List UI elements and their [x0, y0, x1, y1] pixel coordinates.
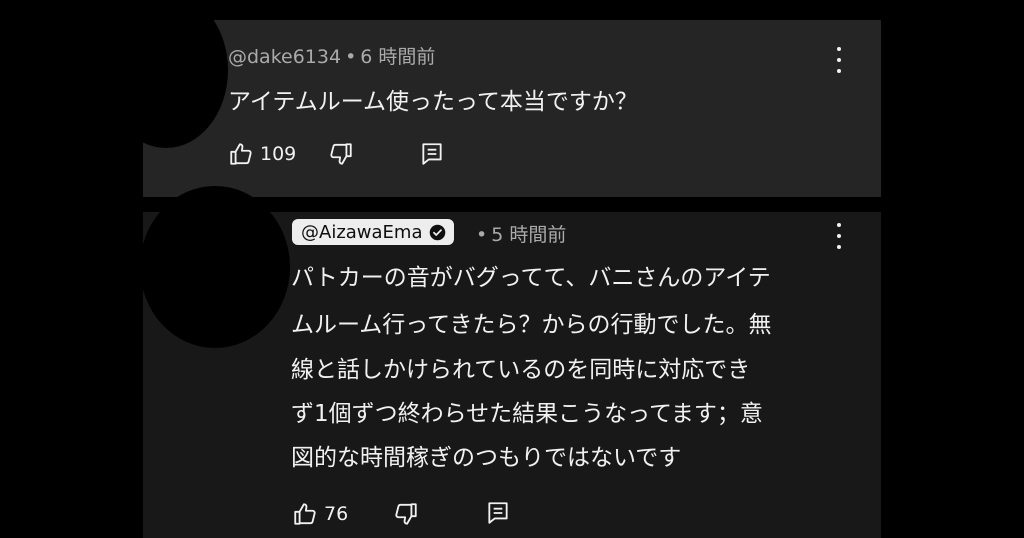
comment-meta: @dake6134 • 6 時間前: [228, 42, 435, 69]
reply-meta: • 5 時間前: [476, 220, 566, 247]
avatar[interactable]: [140, 186, 290, 348]
reply-text-line: 図的な時間稼ぎのつもりではないです: [291, 445, 682, 471]
reply-text-line: ず1個ずつ終わらせた結果こうなってます；意: [291, 401, 763, 427]
reply-text-line: ムルーム行ってきたら？からの行動でした。無: [291, 312, 772, 338]
dislike-button[interactable]: [393, 501, 419, 527]
verified-check-icon: [430, 224, 446, 240]
meta-separator: •: [476, 224, 488, 246]
comment-icon: [422, 143, 442, 165]
like-button[interactable]: 76: [292, 501, 348, 527]
reply-author: @AizawaEma: [301, 221, 423, 243]
comment-time[interactable]: 6 時間前: [360, 46, 435, 68]
comment-text: アイテムルーム使ったって本当ですか？: [228, 89, 638, 115]
reply-text-line: パトカーの音がバグってて、バニさんのアイテ: [291, 265, 771, 291]
author-badge[interactable]: @AizawaEma: [292, 219, 455, 245]
more-vert-icon[interactable]: [829, 223, 849, 249]
reply-button[interactable]: [419, 141, 445, 167]
reply-button[interactable]: [485, 500, 511, 526]
more-vert-icon[interactable]: [829, 47, 849, 73]
thumbs-down-icon: [330, 143, 352, 165]
dislike-button[interactable]: [328, 141, 354, 167]
screen: @dake6134 • 6 時間前 アイテムルーム使ったって本当ですか？ 109 @…: [0, 0, 1024, 538]
reply-time[interactable]: 5 時間前: [491, 224, 566, 246]
comment-icon: [488, 502, 508, 524]
like-button[interactable]: 109: [228, 141, 296, 167]
reply-text-line: 線と話しかけられているのを同時に対応でき: [291, 357, 751, 383]
thumbs-down-icon: [395, 503, 417, 525]
like-count: 109: [260, 143, 297, 165]
like-count: 76: [324, 503, 349, 525]
comment-author[interactable]: @dake6134: [228, 46, 341, 68]
meta-separator: •: [345, 46, 357, 68]
thumbs-up-icon: [294, 503, 316, 525]
thumbs-up-icon: [230, 143, 252, 165]
